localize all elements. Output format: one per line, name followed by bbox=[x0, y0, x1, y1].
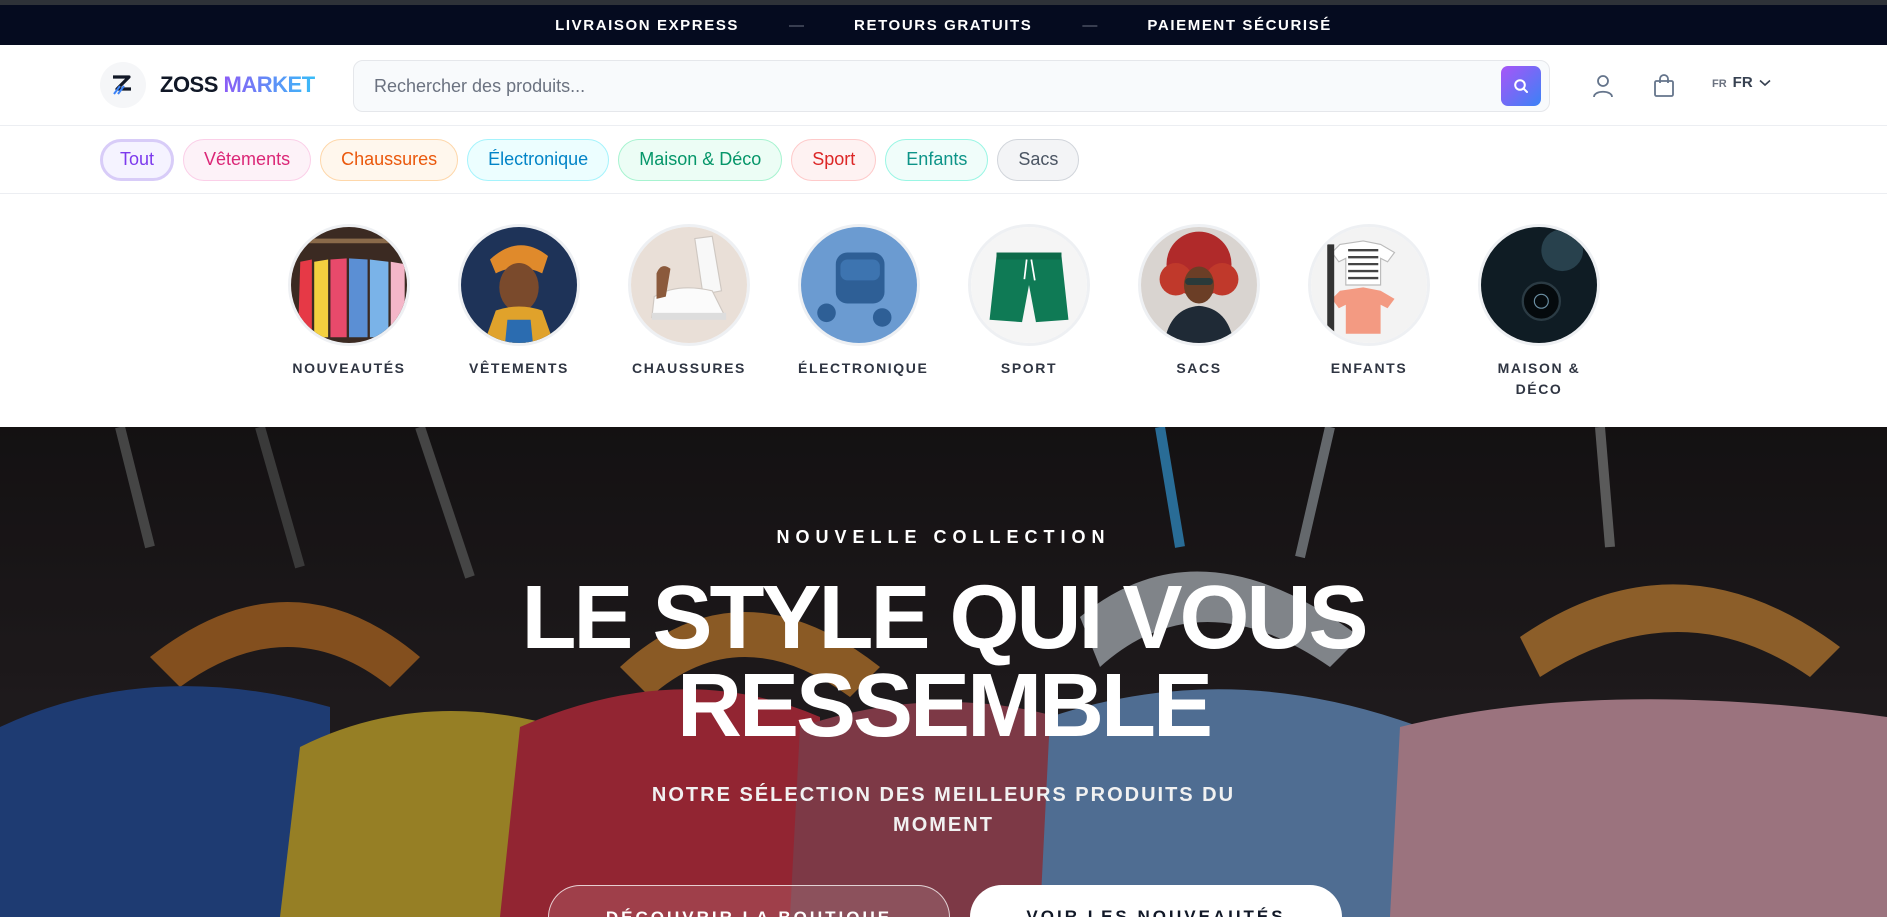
category-pill-electronique[interactable]: Électronique bbox=[467, 138, 610, 181]
announcement-separator: — bbox=[789, 16, 805, 34]
hero-subtitle: NOTRE SÉLECTION DES MEILLEURS PRODUITS D… bbox=[651, 784, 1236, 836]
user-icon bbox=[1593, 75, 1613, 98]
language-selector[interactable]: FR FR bbox=[1712, 74, 1771, 91]
cart-button[interactable] bbox=[1649, 71, 1679, 101]
circle-category-maison-deco[interactable]: MAISON & DÉCO bbox=[1478, 224, 1600, 400]
search-button[interactable] bbox=[1501, 66, 1541, 106]
category-image bbox=[1308, 224, 1430, 346]
circle-category-vetements[interactable]: VÊTEMENTS bbox=[458, 224, 580, 379]
circle-category-sport[interactable]: SPORT bbox=[968, 224, 1090, 379]
hero-banner: NOUVELLE COLLECTION LE STYLE QUI VOUS RE… bbox=[0, 427, 1887, 917]
category-filter-bar: Tout Vêtements Chaussures Électronique M… bbox=[0, 126, 1887, 194]
circle-category-label: ÉLECTRONIQUE bbox=[798, 360, 929, 376]
shopping-bag-icon bbox=[1654, 74, 1674, 97]
category-image bbox=[288, 224, 410, 346]
announcement-bar: LIVRAISON EXPRESS — RETOURS GRATUITS — P… bbox=[0, 0, 1887, 45]
circle-category-nouveautes[interactable]: NOUVEAUTÉS bbox=[288, 224, 410, 379]
discover-shop-button[interactable]: DÉCOUVRIR LA BOUTIQUE bbox=[548, 885, 950, 917]
chevron-down-icon bbox=[1759, 79, 1771, 86]
announcement-item: PAIEMENT SÉCURISÉ bbox=[1147, 16, 1332, 34]
language-label: FR bbox=[1732, 74, 1753, 91]
hero-title-line: LE STYLE QUI VOUS bbox=[521, 568, 1368, 668]
category-image bbox=[628, 224, 750, 346]
category-image bbox=[1478, 224, 1600, 346]
brand-logo[interactable]: ZOSS MARKET bbox=[100, 62, 315, 108]
announcement-item: LIVRAISON EXPRESS bbox=[555, 16, 740, 34]
language-code-small: FR bbox=[1712, 78, 1727, 90]
brand-name: ZOSS MARKET bbox=[160, 72, 315, 97]
circle-category-label: VÊTEMENTS bbox=[469, 360, 569, 376]
logo-mark-icon bbox=[100, 62, 146, 108]
category-image bbox=[798, 224, 920, 346]
circle-category-label: SPORT bbox=[1000, 360, 1058, 376]
category-image bbox=[1138, 224, 1260, 346]
circle-category-label: MAISON & DÉCO bbox=[1497, 360, 1581, 397]
category-pill-maison-deco[interactable]: Maison & Déco bbox=[618, 138, 783, 181]
category-image bbox=[458, 224, 580, 346]
circle-category-chaussures[interactable]: CHAUSSURES bbox=[628, 224, 750, 379]
category-pill-chaussures[interactable]: Chaussures bbox=[320, 138, 459, 181]
category-pill-vetements[interactable]: Vêtements bbox=[183, 138, 312, 181]
circle-category-label: NOUVEAUTÉS bbox=[292, 360, 406, 376]
hero-title: LE STYLE QUI VOUS RESSEMBLE bbox=[0, 568, 1887, 756]
category-pill-sport[interactable]: Sport bbox=[791, 138, 877, 181]
category-pill-tout[interactable]: Tout bbox=[100, 138, 175, 181]
account-button[interactable] bbox=[1588, 71, 1618, 101]
hero-eyebrow: NOUVELLE COLLECTION bbox=[776, 527, 1111, 547]
circle-category-label: SACS bbox=[1176, 360, 1222, 376]
announcement-item: RETOURS GRATUITS bbox=[854, 16, 1033, 34]
circle-category-sacs[interactable]: SACS bbox=[1138, 224, 1260, 379]
category-image bbox=[968, 224, 1090, 346]
search-input[interactable] bbox=[354, 61, 1501, 111]
category-circles: NOUVEAUTÉS VÊTEMENTS CHAUSSURES ÉLECTRON… bbox=[0, 194, 1887, 427]
announcement-separator: — bbox=[1082, 16, 1098, 34]
category-pill-sacs[interactable]: Sacs bbox=[997, 138, 1080, 181]
circle-category-label: CHAUSSURES bbox=[631, 360, 746, 376]
circle-category-electronique[interactable]: ÉLECTRONIQUE bbox=[798, 224, 929, 379]
circle-category-label: ENFANTS bbox=[1330, 360, 1408, 376]
hero-title-line: RESSEMBLE bbox=[676, 656, 1213, 756]
site-header: ZOSS MARKET FR FR bbox=[0, 45, 1887, 126]
search-bar bbox=[353, 60, 1550, 112]
category-pill-enfants[interactable]: Enfants bbox=[885, 138, 989, 181]
circle-category-enfants[interactable]: ENFANTS bbox=[1308, 224, 1430, 379]
search-icon bbox=[1514, 79, 1528, 93]
view-new-arrivals-button[interactable]: VOIR LES NOUVEAUTÉS bbox=[970, 885, 1342, 917]
